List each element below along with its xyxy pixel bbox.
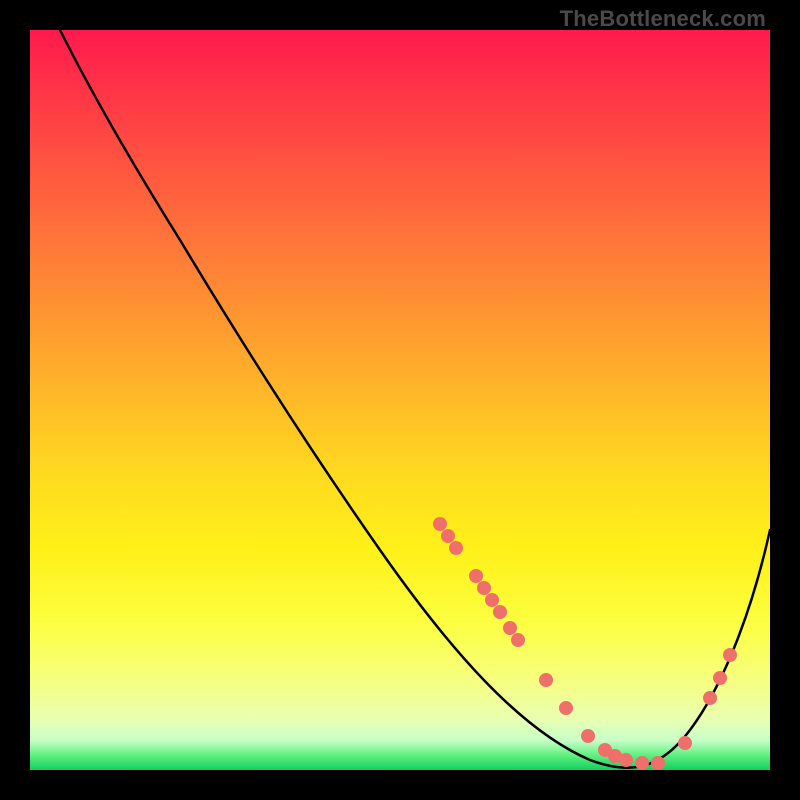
marker-dot [713, 671, 727, 685]
marker-dot [449, 541, 463, 555]
marker-dot [503, 621, 517, 635]
marker-dot [651, 756, 665, 770]
marker-dot [511, 633, 525, 647]
watermark-text: TheBottleneck.com [560, 6, 766, 32]
bottleneck-curve-svg [30, 30, 770, 770]
marker-dot [635, 756, 649, 770]
marker-dot [441, 529, 455, 543]
chart-plot-area [30, 30, 770, 770]
marker-dot [559, 701, 573, 715]
marker-dot [723, 648, 737, 662]
marker-dot [485, 593, 499, 607]
marker-dot [703, 691, 717, 705]
marker-dot [581, 729, 595, 743]
marker-dot [433, 517, 447, 531]
bottleneck-curve-path [60, 30, 770, 768]
marker-dot [539, 673, 553, 687]
marker-dot [477, 581, 491, 595]
marker-dot [619, 753, 633, 767]
marker-dot [493, 605, 507, 619]
marker-dot [469, 569, 483, 583]
marker-dots-group [433, 517, 737, 770]
marker-dot [678, 736, 692, 750]
